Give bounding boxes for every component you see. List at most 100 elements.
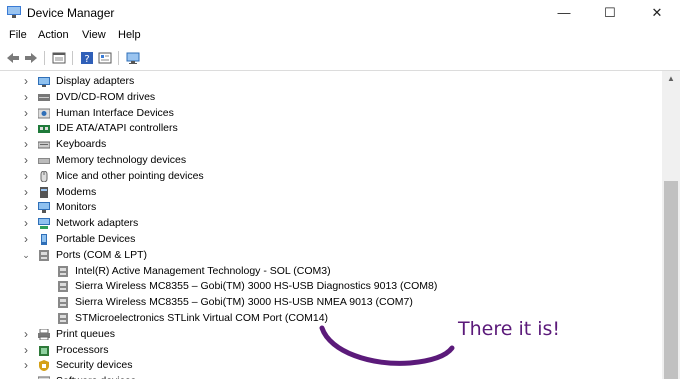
tree-item-device[interactable]: STMicroelectronics STLink Virtual COM Po… (0, 311, 660, 326)
tree-item-label: Keyboards (56, 138, 107, 151)
svg-text:?: ? (84, 54, 89, 65)
chevron-right-icon[interactable]: › (21, 374, 31, 379)
chevron-right-icon[interactable]: › (21, 343, 31, 358)
vertical-scrollbar[interactable]: ▲ (662, 71, 680, 379)
tree-item-category[interactable]: › Human Interface Devices (0, 106, 660, 121)
maximize-button[interactable]: ☐ (587, 0, 633, 26)
tree-item-category[interactable]: › DVD/CD-ROM drives (0, 90, 660, 105)
tree-item-category[interactable]: › Keyboards (0, 137, 660, 152)
tree-item-label: Portable Devices (56, 233, 136, 245)
tree-item-label: Network adapters (56, 217, 139, 230)
tree-item-label: Intel(R) Active Management Technology - … (75, 264, 331, 277)
tree-item-category[interactable]: › Print queues (0, 327, 660, 342)
tree-item-label: DVD/CD-ROM drives (56, 90, 156, 103)
window-title: Device Manager (27, 6, 115, 20)
display-adapter-icon (38, 77, 50, 87)
tree-item-category[interactable]: › Monitors (0, 200, 660, 215)
tree-item-device[interactable]: Sierra Wireless MC8355 – Gobi(TM) 3000 H… (0, 295, 660, 310)
tree-item-label: Human Interface Devices (56, 106, 174, 119)
chevron-right-icon[interactable]: › (21, 232, 31, 247)
memory-device-icon (38, 158, 50, 164)
tree-item-category[interactable]: › Modems (0, 185, 660, 200)
tree-item-device[interactable]: Sierra Wireless MC8355 – Gobi(TM) 3000 H… (0, 279, 660, 294)
modem-icon (40, 186, 48, 198)
tree-item-category[interactable]: › Network adapters (0, 216, 660, 231)
scrollbar-thumb[interactable] (664, 181, 678, 379)
tree-item-category[interactable]: ⌄ Ports (COM & LPT) (0, 248, 660, 263)
device-manager-icon (7, 6, 21, 18)
menu-help[interactable]: Help (118, 29, 141, 41)
dvd-drive-icon (38, 93, 50, 101)
tree-item-label: Monitors (56, 201, 97, 214)
port-icon (58, 265, 68, 277)
port-icon (39, 249, 49, 261)
port-icon (58, 281, 68, 293)
tree-item-label: STMicroelectronics STLink Virtual COM Po… (75, 312, 329, 324)
chevron-right-icon[interactable]: › (21, 74, 31, 89)
printer-icon (38, 328, 50, 340)
chevron-right-icon[interactable]: › (21, 358, 31, 373)
annotation-text: There it is! (458, 318, 561, 340)
tree-item-label: Processors (56, 343, 109, 356)
close-button[interactable]: ✕ (634, 0, 680, 26)
minimize-button[interactable]: — (541, 0, 587, 26)
chevron-right-icon[interactable]: › (21, 327, 31, 342)
toolbar-separator (118, 51, 119, 65)
menu-bar: File Action View Help (0, 27, 680, 46)
mouse-icon (40, 170, 48, 182)
tree-item-label: Software devices (56, 374, 136, 379)
title-bar: Device Manager — ☐ ✕ (0, 0, 680, 26)
chevron-right-icon[interactable]: › (21, 90, 31, 105)
processor-icon (39, 345, 49, 356)
keyboard-icon (38, 141, 50, 149)
tree-item-category[interactable]: › Display adapters (0, 74, 660, 89)
tree-item-label: Modems (56, 185, 97, 198)
tree-item-label: Ports (COM & LPT) (56, 248, 148, 261)
chevron-down-icon[interactable]: ⌄ (21, 248, 31, 263)
chevron-right-icon[interactable]: › (21, 153, 31, 168)
tree-item-category[interactable]: › Software devices (0, 374, 660, 379)
chevron-right-icon[interactable]: › (21, 137, 31, 152)
hid-icon (38, 108, 50, 119)
tree-item-category[interactable]: › Processors (0, 343, 660, 358)
tree-item-category[interactable]: › IDE ATA/ATAPI controllers (0, 121, 660, 136)
chevron-right-icon[interactable]: › (21, 200, 31, 215)
device-tree[interactable]: › Display adapters › DVD/CD-ROM drives › Huma… (0, 71, 662, 379)
menu-view[interactable]: View (82, 29, 106, 41)
menu-action[interactable]: Action (38, 29, 69, 41)
monitor-icon[interactable] (126, 51, 140, 65)
chevron-right-icon[interactable]: › (21, 121, 31, 136)
tree-item-category[interactable]: › Mice and other pointing devices (0, 169, 660, 184)
chevron-right-icon[interactable]: › (21, 185, 31, 200)
tree-item-label: Display adapters (56, 75, 135, 87)
menu-file[interactable]: File (9, 29, 27, 41)
tree-item-label: Mice and other pointing devices (56, 169, 204, 182)
tree-item-label: Security devices (56, 359, 133, 372)
help-icon[interactable]: ? (80, 51, 94, 65)
chevron-right-icon[interactable]: › (21, 169, 31, 184)
ide-controller-icon (38, 125, 50, 134)
tree-item-category[interactable]: › Security devices (0, 358, 660, 373)
properties-icon[interactable] (52, 51, 66, 65)
scroll-up-arrow-icon[interactable]: ▲ (662, 71, 680, 86)
network-adapter-icon (38, 218, 50, 230)
port-icon (58, 313, 68, 324)
back-icon[interactable] (6, 51, 20, 65)
details-icon[interactable] (98, 51, 112, 65)
chevron-right-icon[interactable]: › (21, 106, 31, 121)
security-icon (39, 360, 49, 372)
tree-item-device[interactable]: Intel(R) Active Management Technology - … (0, 264, 660, 279)
toolbar: ? (0, 46, 680, 71)
port-icon (58, 297, 68, 309)
tree-item-label: Print queues (56, 327, 115, 340)
tree-item-label: IDE ATA/ATAPI controllers (56, 122, 178, 135)
monitor-icon (38, 202, 50, 214)
chevron-right-icon[interactable]: › (21, 216, 31, 231)
tree-item-label: Sierra Wireless MC8355 – Gobi(TM) 3000 H… (75, 280, 438, 293)
tree-item-category[interactable]: › Memory technology devices (0, 153, 660, 168)
forward-icon[interactable] (24, 51, 38, 65)
toolbar-separator (44, 51, 45, 65)
tree-item-label: Sierra Wireless MC8355 – Gobi(TM) 3000 H… (75, 296, 413, 309)
tree-item-category[interactable]: › Portable Devices (0, 232, 660, 247)
toolbar-separator (72, 51, 73, 65)
